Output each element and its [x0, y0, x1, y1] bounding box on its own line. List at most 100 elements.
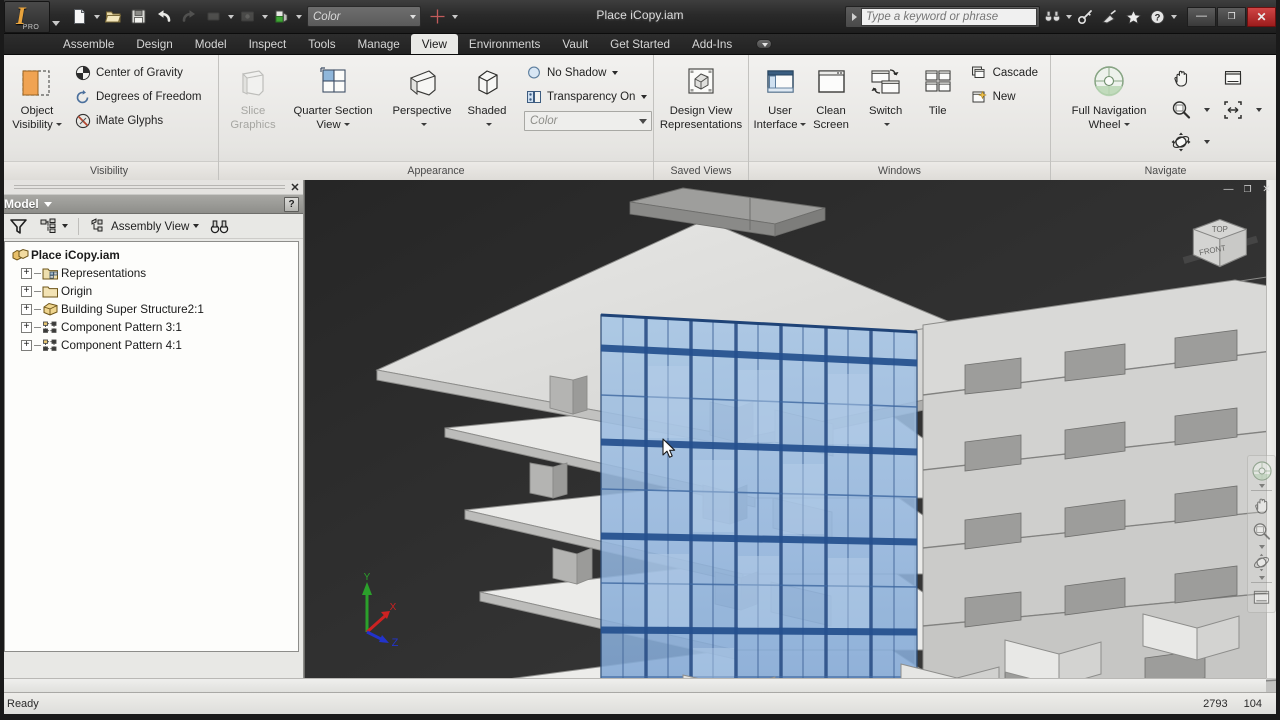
nav-wheel-caret-icon[interactable] — [1258, 484, 1265, 488]
tab-model[interactable]: Model — [184, 34, 238, 54]
tree-node-building-super-structure[interactable]: + Building Super Structure2:1 — [7, 300, 298, 318]
imate-glyphs-button[interactable]: iMate Glyphs — [70, 109, 207, 132]
tree-node-origin[interactable]: + Origin — [7, 282, 298, 300]
tab-manage[interactable]: Manage — [347, 34, 411, 54]
nav-orbit-caret-icon[interactable] — [1258, 576, 1265, 580]
tree-node-component-pattern-3[interactable]: + Component Pattern 3:1 — [7, 318, 298, 336]
color-combo-caret-icon[interactable] — [405, 15, 420, 19]
communication-center-button[interactable] — [1098, 5, 1121, 29]
tab-add-ins[interactable]: Add-Ins — [681, 34, 743, 54]
close-button[interactable]: ✕ — [1247, 6, 1276, 27]
zoom-tool-caret-icon[interactable] — [1200, 94, 1214, 125]
browser-view-mode-caret-icon[interactable] — [193, 224, 200, 228]
nav-wheel-button[interactable] — [1249, 458, 1274, 483]
shaded-button[interactable]: Shaded — [459, 59, 515, 134]
viewport-close-button[interactable]: ✕ — [1258, 182, 1275, 196]
browser-find-button[interactable] — [206, 216, 233, 237]
perspective-button[interactable]: Perspective — [385, 59, 459, 134]
sketch-tool-button[interactable] — [425, 5, 450, 29]
slice-graphics-button[interactable]: Slice Graphics — [225, 59, 281, 134]
application-menu-caret-icon[interactable] — [50, 1, 61, 33]
search-help-caret-icon[interactable] — [1064, 5, 1073, 29]
nav-look-at-button[interactable] — [1249, 585, 1274, 610]
viewport-minimize-button[interactable]: — — [1220, 182, 1237, 196]
3d-viewport[interactable]: — ❐ ✕ TOP FRONT Y X Z — [304, 180, 1280, 692]
nav-pan-button[interactable] — [1249, 493, 1274, 518]
help-button[interactable]: ? — [1146, 5, 1169, 29]
new-document-caret-icon[interactable] — [92, 5, 101, 29]
zoom-all-caret-icon[interactable] — [1252, 94, 1266, 125]
tree-node-component-pattern-4[interactable]: + Component Pattern 4:1 — [7, 336, 298, 354]
view-cube[interactable]: TOP FRONT — [1164, 192, 1262, 290]
full-navigation-wheel-button[interactable]: Full Navigation Wheel — [1057, 59, 1161, 134]
clean-screen-button[interactable]: Clean Screen — [806, 59, 856, 134]
tab-environments[interactable]: Environments — [458, 34, 551, 54]
appearance-button[interactable] — [269, 5, 294, 29]
browser-filter-button[interactable] — [5, 216, 32, 237]
browser-drag-handle[interactable] — [14, 183, 285, 191]
open-file-button[interactable] — [101, 5, 126, 29]
cascade-button[interactable]: Cascade — [967, 61, 1044, 84]
appearance-color-caret-icon[interactable] — [635, 119, 651, 124]
new-window-button[interactable]: New — [967, 85, 1044, 108]
sketch-tool-caret-icon[interactable] — [450, 5, 459, 29]
look-at-button[interactable] — [1215, 62, 1251, 93]
tab-inspect[interactable]: Inspect — [238, 34, 298, 54]
viewport-restore-button[interactable]: ❐ — [1239, 182, 1256, 196]
transparency-caret-icon[interactable] — [641, 94, 648, 99]
tree-node-assembly-root[interactable]: Place iCopy.iam — [7, 246, 298, 264]
browser-close-button[interactable]: ✕ — [289, 181, 301, 194]
quarter-section-view-button[interactable]: Quarter Section View — [281, 59, 385, 134]
degrees-of-freedom-button[interactable]: Degrees of Freedom — [70, 85, 207, 108]
orbit-tool-button[interactable] — [1163, 126, 1199, 157]
orbit-tool-caret-icon[interactable] — [1200, 126, 1214, 157]
tab-view[interactable]: View — [410, 34, 458, 54]
no-shadow-caret-icon[interactable] — [612, 70, 619, 75]
tab-vault[interactable]: Vault — [551, 34, 599, 54]
search-help-button[interactable] — [1041, 5, 1064, 29]
search-input[interactable] — [861, 7, 1037, 26]
select-mode-button[interactable] — [201, 5, 226, 29]
redo-button[interactable] — [176, 5, 201, 29]
tab-overflow-button[interactable] — [753, 34, 775, 54]
design-view-representations-button[interactable]: Design View Representations — [657, 59, 745, 134]
application-menu-button[interactable]: I PRO — [4, 0, 50, 33]
browser-title-caret-icon[interactable] — [43, 201, 52, 207]
object-visibility-button[interactable]: Object Visibility — [6, 59, 68, 134]
expand-icon[interactable]: + — [21, 267, 32, 279]
zoom-all-button[interactable] — [1215, 94, 1251, 125]
no-shadow-button[interactable]: No Shadow — [521, 61, 653, 84]
maximize-button[interactable]: ❐ — [1217, 6, 1246, 27]
viewport-horizontal-scrollbar[interactable] — [0, 678, 1266, 692]
expand-icon[interactable]: + — [21, 339, 32, 351]
nav-zoom-caret-icon[interactable] — [1258, 545, 1265, 549]
pan-tool-button[interactable] — [1163, 62, 1199, 93]
browser-hierarchy-button[interactable] — [35, 216, 72, 237]
select-mode-caret-icon[interactable] — [226, 5, 235, 29]
tab-get-started[interactable]: Get Started — [599, 34, 681, 54]
save-button[interactable] — [126, 5, 151, 29]
tab-design[interactable]: Design — [125, 34, 183, 54]
browser-hierarchy-caret-icon[interactable] — [62, 224, 68, 228]
browser-help-button[interactable]: ? — [284, 196, 299, 212]
return-caret-icon[interactable] — [260, 5, 269, 29]
transparency-button[interactable]: Transparency On — [521, 85, 653, 108]
help-caret-icon[interactable] — [1169, 5, 1178, 29]
nav-orbit-button[interactable] — [1249, 550, 1274, 575]
tab-assemble[interactable]: Assemble — [52, 34, 125, 54]
subscription-center-button[interactable] — [1074, 5, 1097, 29]
center-of-gravity-button[interactable]: Center of Gravity — [70, 61, 207, 84]
tab-tools[interactable]: Tools — [297, 34, 346, 54]
zoom-tool-button[interactable] — [1163, 94, 1199, 125]
appearance-color-combo[interactable]: Color — [524, 111, 652, 131]
model-browser-tree[interactable]: Place iCopy.iam + Representations + Orig… — [4, 241, 299, 652]
browser-grip-bar[interactable]: ✕ — [0, 180, 303, 194]
appearance-caret-icon[interactable] — [294, 5, 303, 29]
return-button[interactable] — [235, 5, 260, 29]
color-combo-box[interactable]: Color — [307, 6, 421, 27]
nav-zoom-button[interactable] — [1249, 519, 1274, 544]
user-interface-button[interactable]: User Interface — [754, 59, 807, 134]
expand-icon[interactable]: + — [21, 321, 32, 333]
switch-windows-button[interactable]: Switch — [859, 59, 913, 134]
expand-icon[interactable]: + — [21, 285, 32, 297]
